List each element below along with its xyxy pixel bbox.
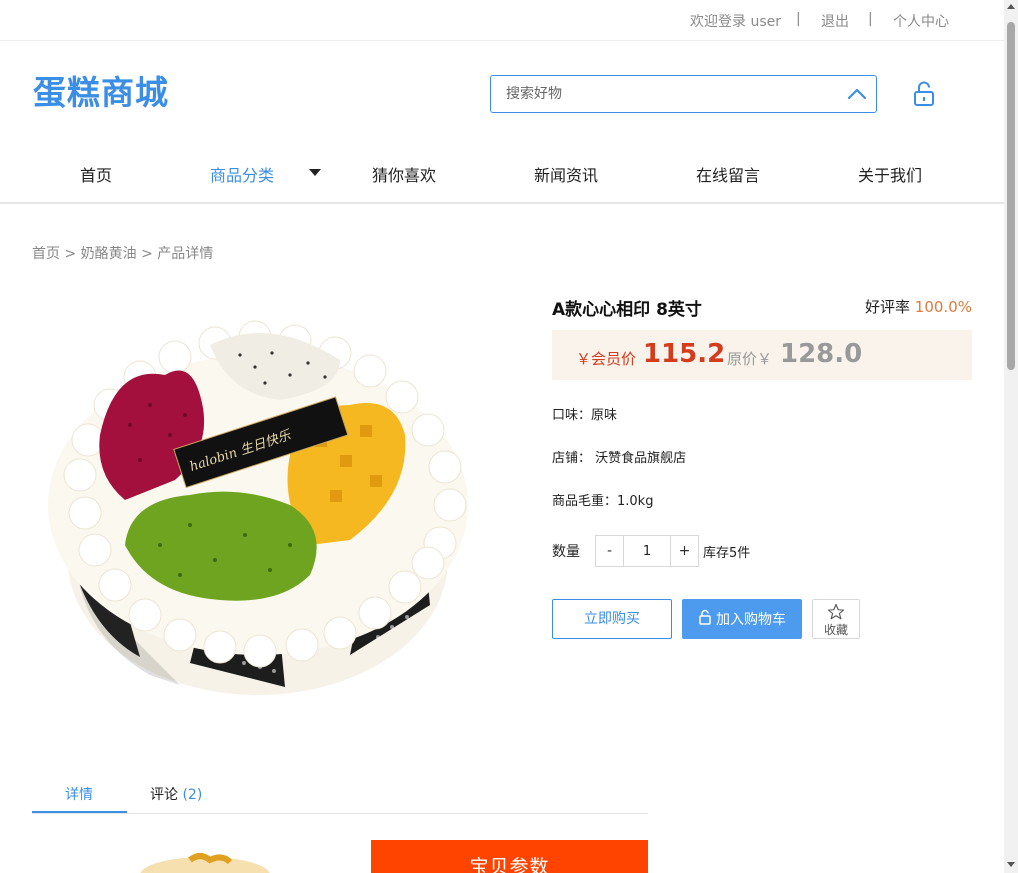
search-input[interactable]: [492, 77, 822, 111]
active-tab-indicator: [32, 811, 127, 813]
nav-item-about[interactable]: 关于我们: [858, 162, 922, 186]
tab-comments[interactable]: 评论 (2): [150, 784, 202, 804]
flavor-attr: 口味：原味: [552, 408, 618, 423]
star-icon: [827, 603, 845, 620]
unlock-icon: [698, 609, 712, 629]
original-price-label: 原价￥: [727, 350, 773, 368]
original-price: 128.0: [780, 339, 863, 369]
comments-count: (2): [182, 787, 203, 803]
shop-attr: 店铺： 沃赞食品旗舰店: [552, 451, 687, 466]
price-box: ￥会员价 115.2 原价￥ 128.0: [552, 330, 972, 380]
quantity-label: 数量: [552, 544, 580, 560]
search-box: [490, 75, 877, 113]
stock-count: 库存5件: [703, 546, 751, 561]
weight-attr: 商品毛重：1.0kg: [552, 494, 654, 509]
favorite-label: 收藏: [823, 623, 848, 637]
quantity-stepper: - +: [595, 535, 699, 567]
page-scrollbar[interactable]: [1004, 0, 1018, 873]
product-title: A款心心相印 8英寸: [552, 300, 702, 320]
nav-item-recommend[interactable]: 猜你喜欢: [372, 162, 436, 186]
detail-image: [130, 850, 280, 873]
nav-item-news[interactable]: 新闻资讯: [534, 162, 598, 186]
quantity-input[interactable]: [625, 536, 669, 566]
quantity-minus-button[interactable]: -: [596, 536, 624, 566]
member-price-label: ￥会员价: [576, 350, 637, 368]
quantity-plus-button[interactable]: +: [670, 536, 698, 566]
detail-tabs: 详情 评论 (2): [32, 772, 648, 814]
add-to-cart-label: 加入购物车: [716, 612, 786, 628]
logout-link[interactable]: 退出: [821, 11, 849, 31]
tab-detail[interactable]: 详情: [65, 784, 93, 804]
welcome-user-link[interactable]: 欢迎登录 user: [690, 11, 781, 31]
scroll-up-icon[interactable]: [1007, 4, 1015, 9]
buy-now-button[interactable]: 立即购买: [552, 599, 672, 639]
rating-value: 100.0%: [914, 298, 972, 316]
tab-comments-label: 评论: [150, 787, 178, 803]
unlock-icon[interactable]: [911, 80, 937, 112]
member-price: 115.2: [643, 339, 726, 369]
topbar-separator: |: [868, 11, 873, 27]
chevron-up-icon[interactable]: [846, 84, 868, 108]
nav-item-home[interactable]: 首页: [80, 162, 112, 186]
topbar-separator: |: [796, 11, 801, 27]
scrollbar-thumb[interactable]: [1007, 22, 1015, 370]
rating-label: 好评率: [865, 298, 911, 316]
main-nav: 首页 商品分类 猜你喜欢 新闻资讯 在线留言 关于我们: [0, 140, 1004, 204]
nav-item-categories[interactable]: 商品分类: [210, 162, 274, 186]
params-heading: 宝贝参数: [371, 840, 648, 873]
scroll-down-icon[interactable]: [1007, 862, 1015, 867]
caret-down-icon[interactable]: [309, 169, 321, 176]
user-center-link[interactable]: 个人中心: [893, 11, 949, 31]
nav-item-messages[interactable]: 在线留言: [696, 162, 760, 186]
site-logo[interactable]: 蛋糕商城: [33, 66, 169, 114]
favorite-button[interactable]: 收藏: [812, 599, 860, 639]
product-image: halobin 生日快乐: [40, 305, 475, 715]
rating: 好评率 100.0%: [865, 296, 972, 317]
breadcrumb[interactable]: 首页 > 奶酪黄油 > 产品详情: [32, 243, 213, 263]
add-to-cart-button[interactable]: 加入购物车: [682, 599, 802, 639]
top-bar: 欢迎登录 user | 退出 | 个人中心: [0, 0, 1004, 41]
